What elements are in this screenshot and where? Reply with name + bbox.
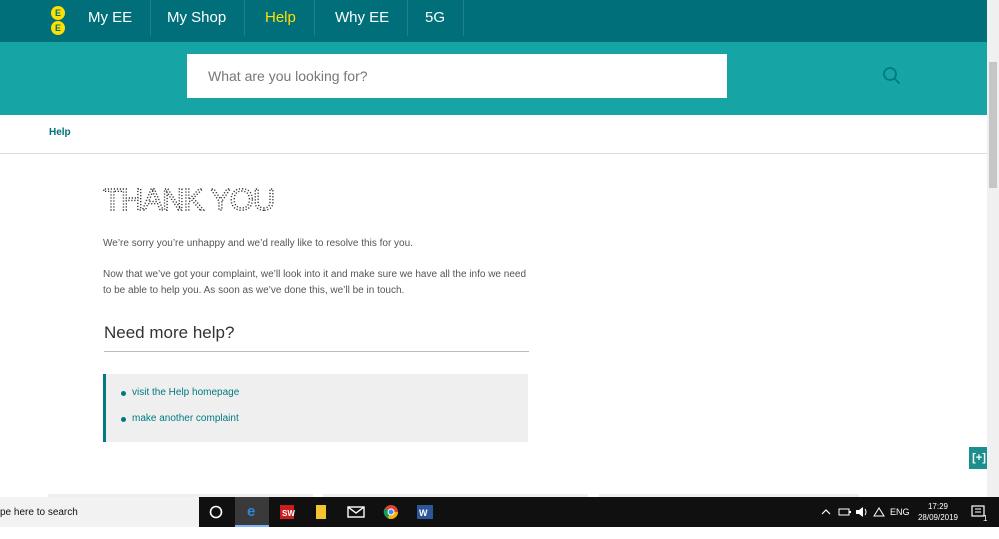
intro-text: We’re sorry you’re unhappy and we’d real… <box>103 238 413 249</box>
complaint-info-text: Now that we’ve got your complaint, we’ll… <box>103 269 527 296</box>
help-links-box: visit the Help homepage make another com… <box>103 374 528 442</box>
svg-text:W: W <box>419 508 428 518</box>
divider <box>104 351 529 352</box>
clock-time: 17:29 <box>927 502 949 511</box>
clock[interactable]: 17:29 28/09/2019 <box>912 501 964 523</box>
taskbar: e SW W ENG 17:29 28/09/2019 1 <box>0 497 999 527</box>
search-input[interactable] <box>187 54 667 98</box>
search-icon[interactable] <box>877 54 907 98</box>
ee-logo[interactable]: E E <box>48 5 68 35</box>
show-hidden-icons-icon[interactable] <box>820 497 832 527</box>
cortana-icon[interactable] <box>199 497 233 527</box>
nav-item-help[interactable]: Help <box>247 0 315 36</box>
bullet-icon <box>121 417 126 422</box>
scrollbar-thumb[interactable] <box>989 62 997 188</box>
language-indicator[interactable]: ENG <box>890 497 910 527</box>
logo-letter: E <box>51 21 65 35</box>
bullet-icon <box>121 391 126 396</box>
battery-icon[interactable] <box>838 497 852 527</box>
nav-item-why-ee[interactable]: Why EE <box>317 0 409 36</box>
breadcrumb: Help <box>0 115 987 154</box>
edge-browser-icon[interactable]: e <box>235 497 269 527</box>
logo-letter: E <box>51 6 65 20</box>
svg-text:e: e <box>247 503 255 519</box>
chrome-icon[interactable] <box>374 497 408 527</box>
taskbar-search-input[interactable] <box>0 497 199 527</box>
breadcrumb-help-link[interactable]: Help <box>49 127 71 138</box>
sticky-notes-icon[interactable] <box>304 497 338 527</box>
page-title: THANK YOU <box>103 182 274 217</box>
top-nav: E E My EE My Shop Help Why EE 5G <box>0 0 999 42</box>
search-band <box>0 42 987 115</box>
scrollbar[interactable] <box>987 0 999 497</box>
another-complaint-link[interactable]: make another complaint <box>121 413 239 424</box>
wifi-icon[interactable] <box>872 497 886 527</box>
taskbar-search[interactable] <box>0 497 199 527</box>
notification-count: 1 <box>983 514 988 523</box>
word-icon[interactable]: W <box>408 497 442 527</box>
mail-icon[interactable] <box>339 497 373 527</box>
app-icon[interactable]: SW <box>270 497 304 527</box>
nav-item-my-ee[interactable]: My EE <box>70 0 152 36</box>
search-box <box>187 54 900 98</box>
nav-item-my-shop[interactable]: My Shop <box>149 0 246 36</box>
nav-item-5g[interactable]: 5G <box>407 0 465 36</box>
volume-icon[interactable] <box>855 497 869 527</box>
page-title-graphic: THANK YOU <box>103 181 276 217</box>
notifications-icon[interactable]: 1 <box>970 497 990 527</box>
another-complaint-link-label: make another complaint <box>132 413 239 424</box>
svg-text:SW: SW <box>282 509 295 518</box>
clock-date: 28/09/2019 <box>917 513 959 522</box>
help-homepage-link[interactable]: visit the Help homepage <box>121 387 240 398</box>
help-homepage-link-label: visit the Help homepage <box>132 387 240 398</box>
need-help-heading: Need more help? <box>104 323 235 342</box>
